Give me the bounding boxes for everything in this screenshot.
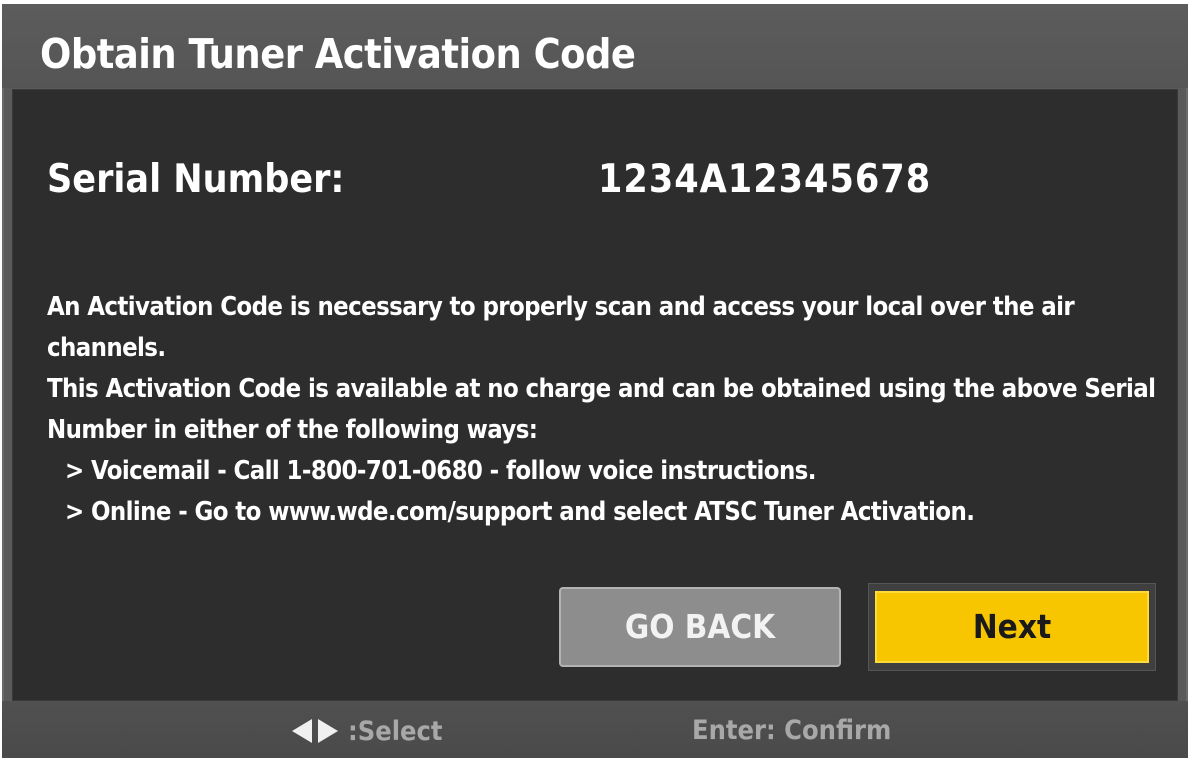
next-button-focus-ring: Next [868, 583, 1156, 671]
dialog-panel: Serial Number: 1234A12345678 An Activati… [12, 89, 1178, 701]
instructions-bullet-online: > Online - Go to www.wde.com/support and… [65, 497, 975, 527]
arrow-right-icon [318, 719, 338, 743]
dialog-frame: Obtain Tuner Activation Code Serial Numb… [2, 4, 1188, 758]
tv-screen: Obtain Tuner Activation Code Serial Numb… [0, 0, 1190, 760]
next-button[interactable]: Next [875, 591, 1149, 663]
confirm-hint-label: Enter: Confirm [692, 715, 892, 746]
title-bar: Obtain Tuner Activation Code [2, 4, 1188, 88]
serial-number-label: Serial Number: [47, 157, 345, 202]
arrow-left-icon [292, 719, 312, 743]
instructions-bullet-voicemail: > Voicemail - Call 1-800-701-0680 - foll… [65, 456, 816, 486]
instructions-paragraph-2: This Activation Code is available at no … [47, 374, 1156, 445]
footer-hint-bar: :Select Enter: Confirm [2, 701, 1188, 758]
instructions-paragraph-1: An Activation Code is necessary to prope… [47, 292, 1075, 363]
go-back-button[interactable]: GO BACK [559, 587, 841, 667]
instructions-text: An Activation Code is necessary to prope… [47, 287, 1167, 533]
select-hint: :Select [292, 715, 443, 747]
serial-number-value: 1234A12345678 [598, 157, 932, 202]
dialog-title: Obtain Tuner Activation Code [40, 30, 636, 78]
select-hint-label: :Select [348, 715, 443, 747]
